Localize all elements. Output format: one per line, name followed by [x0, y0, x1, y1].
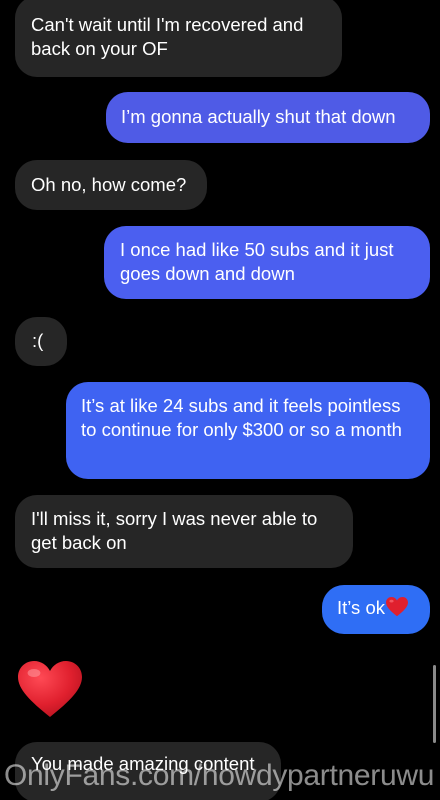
message-bubble-outgoing[interactable]: I once had like 50 subs and it just goes… — [104, 226, 430, 299]
message-bubble-outgoing[interactable]: It’s at like 24 subs and it feels pointl… — [66, 382, 430, 479]
message-bubble-incoming[interactable]: Can't wait until I'm recovered and back … — [15, 0, 342, 77]
scrollbar[interactable] — [433, 665, 436, 743]
message-text: I once had like 50 subs and it just goes… — [120, 239, 394, 284]
watermark: OnlyFans.com/howdypartneruwu — [4, 759, 435, 792]
message-text: I'll miss it, sorry I was never able to … — [31, 508, 318, 553]
message-thread[interactable]: Can't wait until I'm recovered and back … — [0, 0, 440, 800]
message-bubble-outgoing[interactable]: I’m gonna actually shut that down — [106, 92, 430, 143]
message-bubble-incoming[interactable]: I'll miss it, sorry I was never able to … — [15, 495, 353, 568]
message-text: Oh no, how come? — [31, 174, 187, 195]
message-text: It’s at like 24 subs and it feels pointl… — [81, 395, 402, 440]
message-text: :( — [32, 330, 44, 351]
message-bubble-incoming[interactable]: :( — [15, 317, 67, 366]
message-text: I’m gonna actually shut that down — [121, 106, 396, 127]
message-text: Can't wait until I'm recovered and back … — [31, 14, 304, 59]
message-bubble-incoming[interactable]: Oh no, how come? — [15, 160, 207, 210]
red-heart-icon[interactable] — [18, 660, 82, 720]
red-heart-icon — [385, 597, 408, 617]
message-text: It’s ok — [337, 597, 385, 618]
message-bubble-outgoing[interactable]: It’s ok — [322, 585, 430, 634]
